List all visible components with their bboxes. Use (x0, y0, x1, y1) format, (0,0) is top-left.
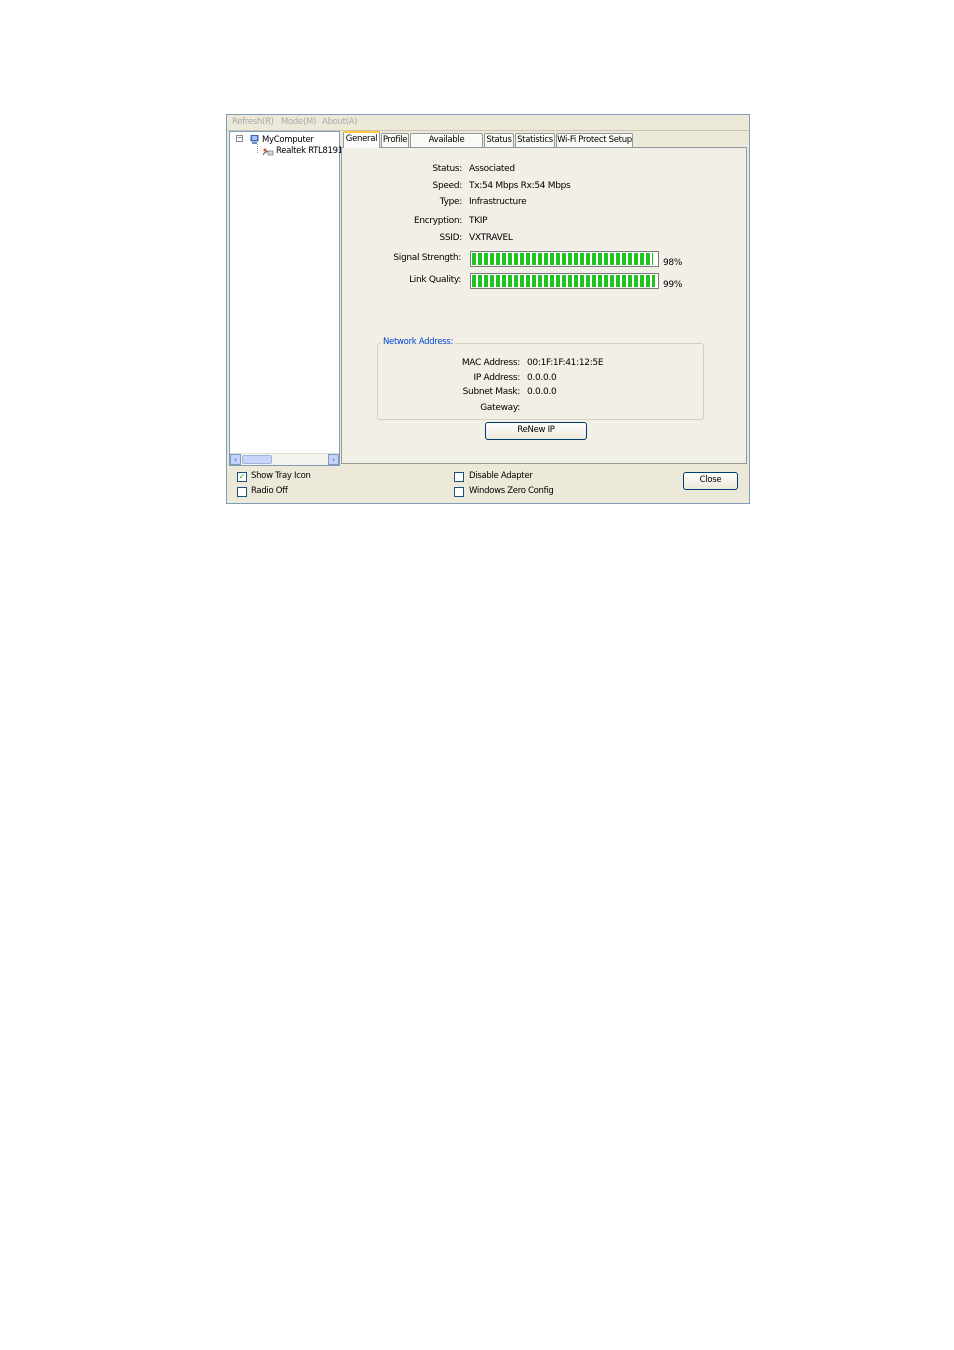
status-value: Associated (469, 164, 515, 174)
general-panel: Status: Associated Speed: Tx:54 Mbps Rx:… (341, 147, 747, 464)
renew-ip-button[interactable]: ReNew IP (485, 422, 587, 440)
tree-horizontal-scrollbar[interactable]: ‹ › (230, 453, 339, 465)
menu-refresh[interactable]: Refresh(R) (232, 117, 274, 127)
scroll-right-icon[interactable]: › (328, 454, 339, 465)
mac-address-value: 00:1F:1F:41:12:5E (527, 358, 604, 368)
speed-label: Speed: (432, 181, 463, 191)
scroll-thumb[interactable] (242, 455, 272, 464)
tab-status[interactable]: Status (484, 133, 514, 147)
close-button[interactable]: Close (683, 472, 738, 490)
device-tree[interactable]: − MyComputer Realtek RTL8191 ‹ › (229, 131, 343, 466)
tree-item-adapter[interactable]: Realtek RTL8191 (276, 146, 343, 156)
network-address-title: Network Address: (381, 337, 456, 347)
menu-mode[interactable]: Mode(M) (281, 117, 316, 127)
mac-address-label: MAC Address: (461, 358, 520, 368)
ssid-value: VXTRAVEL (469, 233, 513, 243)
encryption-value: TKIP (469, 216, 488, 226)
gateway-label: Gateway: (480, 403, 520, 413)
windows-zero-config-label: Windows Zero Config (469, 486, 554, 496)
status-label: Status: (432, 164, 462, 174)
tree-connector (257, 144, 258, 153)
scroll-left-icon[interactable]: ‹ (230, 454, 241, 465)
type-value: Infrastructure (469, 197, 527, 207)
wireless-adapter-icon (262, 148, 274, 156)
encryption-label: Encryption: (413, 216, 462, 226)
tab-statistics[interactable]: Statistics (515, 133, 555, 147)
link-quality-fill (472, 275, 655, 287)
show-tray-icon-label: Show Tray Icon (251, 471, 311, 481)
signal-strength-percent: 98% (663, 258, 683, 268)
disable-adapter-checkbox[interactable] (454, 472, 464, 482)
signal-strength-fill (472, 253, 653, 265)
computer-icon (250, 135, 259, 144)
menu-about[interactable]: About(A) (322, 117, 357, 127)
link-quality-label: Link Quality: (409, 275, 461, 285)
signal-strength-bar (470, 251, 659, 267)
tab-wifi-protect-setup[interactable]: Wi-Fi Protect Setup (556, 133, 633, 147)
utility-window: Refresh(R) Mode(M) About(A) − MyComputer… (226, 114, 750, 504)
network-address-group: Network Address: MAC Address: 00:1F:1F:4… (377, 337, 704, 420)
collapse-toggle[interactable]: − (236, 135, 243, 142)
radio-off-checkbox[interactable] (237, 487, 247, 497)
link-quality-bar (470, 273, 659, 289)
disable-adapter-label: Disable Adapter (469, 471, 533, 481)
windows-zero-config-checkbox[interactable] (454, 487, 464, 497)
subnet-mask-label: Subnet Mask: (462, 387, 521, 397)
radio-off-label: Radio Off (251, 486, 288, 496)
ip-address-value: 0.0.0.0 (527, 373, 557, 383)
tab-profile[interactable]: Profile (381, 133, 409, 147)
menu-bar: Refresh(R) Mode(M) About(A) (227, 115, 749, 131)
tab-general[interactable]: General (343, 131, 380, 148)
speed-value: Tx:54 Mbps Rx:54 Mbps (469, 181, 571, 191)
ssid-label: SSID: (439, 233, 462, 243)
signal-strength-label: Signal Strength: (393, 253, 461, 263)
show-tray-icon-checkbox[interactable]: ✓ (237, 472, 247, 482)
ip-address-label: IP Address: (473, 373, 520, 383)
tab-available-network[interactable]: Available Network (410, 133, 483, 158)
subnet-mask-value: 0.0.0.0 (527, 387, 557, 397)
type-label: Type: (439, 197, 463, 207)
link-quality-percent: 99% (663, 280, 683, 290)
tree-item-mycomputer[interactable]: MyComputer (262, 135, 314, 145)
